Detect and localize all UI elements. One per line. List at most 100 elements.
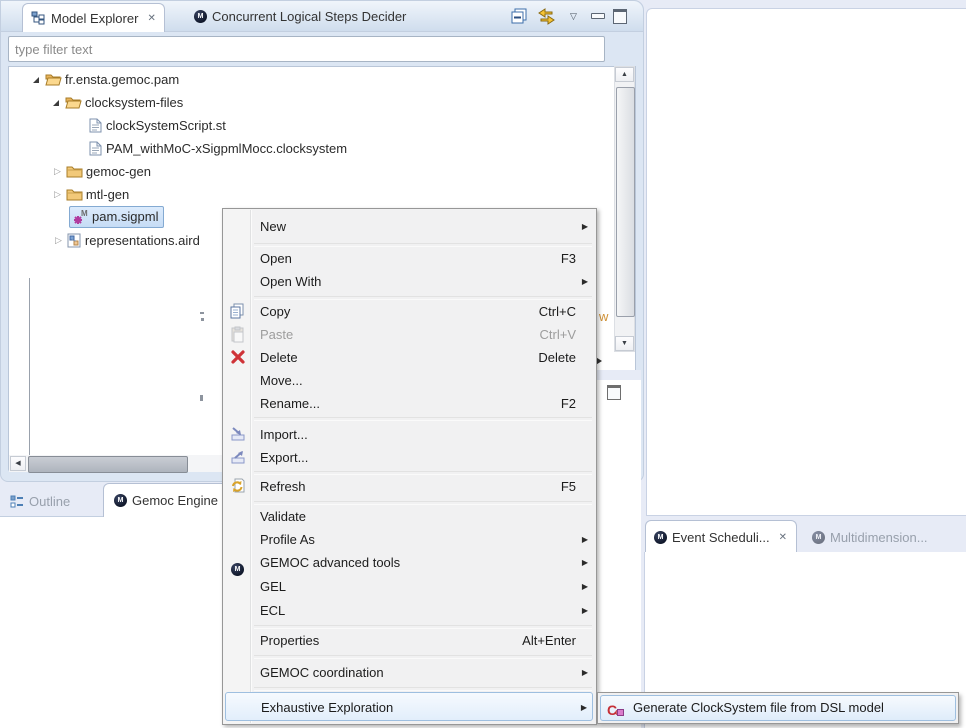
- close-icon[interactable]: ✕: [779, 532, 787, 543]
- tab-event-scheduling[interactable]: M Event Scheduli... ✕: [645, 520, 797, 553]
- menu-item-delete[interactable]: Delete Delete: [225, 346, 593, 369]
- menu-item-validate[interactable]: Validate: [225, 505, 593, 528]
- closed-folder-icon: [66, 187, 82, 203]
- collapsed-arrow-icon[interactable]: ▷: [54, 190, 61, 199]
- tab-label: Gemoc Engine: [132, 493, 218, 508]
- link-with-editor-button[interactable]: [536, 7, 558, 26]
- submenu-arrow-icon: ▶: [582, 270, 588, 293]
- submenu-arrow-icon: ▶: [582, 528, 588, 551]
- menu-separator: [254, 417, 592, 421]
- tree-item-file[interactable]: clockSystemScript.st: [89, 115, 226, 136]
- tree-item-folder[interactable]: ▷ gemoc-gen: [54, 161, 151, 182]
- menu-item-paste: Paste Ctrl+V: [225, 323, 593, 346]
- menu-item-refresh[interactable]: Refresh F5: [225, 475, 593, 498]
- menu-item-label: Open With: [260, 270, 321, 293]
- import-icon: [230, 426, 247, 443]
- menu-item-ecl[interactable]: ECL ▶: [225, 599, 593, 622]
- menu-item-copy[interactable]: Copy Ctrl+C: [225, 300, 593, 323]
- expand-arrow-icon[interactable]: [33, 77, 39, 83]
- link-with-editor-icon: [536, 7, 558, 26]
- menu-item-profile-as[interactable]: Profile As ▶: [225, 528, 593, 551]
- refresh-icon: [230, 478, 247, 495]
- menu-item-gemoc-coordination[interactable]: GEMOC coordination ▶: [225, 661, 593, 684]
- menu-separator: [254, 687, 592, 691]
- tree-item-file[interactable]: PAM_withMoC-xSigpmlMocc.clocksystem: [89, 138, 347, 159]
- tree-item-label: clockSystemScript.st: [106, 118, 226, 133]
- tree-item-aird[interactable]: ▷ representations.aird: [55, 230, 200, 251]
- collapsed-arrow-icon[interactable]: ▷: [55, 236, 62, 245]
- tab-label: Concurrent Logical Steps Decider: [212, 9, 406, 24]
- collapse-all-button[interactable]: [511, 8, 529, 25]
- menu-item-properties[interactable]: Properties Alt+Enter: [225, 629, 593, 652]
- tab-multidimensional[interactable]: M Multidimension...: [806, 522, 934, 552]
- occluded-text-fragment: [200, 395, 203, 401]
- occluded-window-border: [29, 278, 30, 455]
- occluded-panel-area: [597, 380, 641, 728]
- submenu-arrow-icon: ▶: [582, 215, 588, 238]
- tree-item-folder[interactable]: clocksystem-files: [53, 92, 183, 113]
- gemoc-icon: M: [114, 494, 127, 507]
- scroll-left-button[interactable]: ◀: [10, 456, 26, 471]
- copy-icon: [230, 303, 247, 320]
- menu-item-generate-clocksystem[interactable]: Cc Generate ClockSystem file from DSL mo…: [600, 695, 956, 721]
- horizontal-scrollbar-thumb[interactable]: [28, 456, 188, 473]
- open-folder-icon: [45, 72, 61, 88]
- menu-item-open[interactable]: Open F3: [225, 247, 593, 270]
- tree-vertical-scrollbar[interactable]: ▲ ▼: [614, 66, 635, 352]
- menu-item-label: GEMOC advanced tools: [260, 551, 400, 574]
- collapsed-arrow-icon[interactable]: ▷: [54, 167, 61, 176]
- export-icon: [230, 449, 247, 466]
- scroll-up-button[interactable]: ▲: [615, 67, 634, 82]
- tree-item-selected[interactable]: M pam.sigpml: [69, 206, 164, 227]
- menu-item-new[interactable]: New ▶: [225, 215, 593, 238]
- tab-concurrent-logical-steps-decider[interactable]: M Concurrent Logical Steps Decider: [188, 3, 412, 30]
- view-menu-button[interactable]: ▽: [570, 11, 577, 22]
- file-icon: [89, 118, 102, 134]
- svg-text:M: M: [81, 209, 88, 218]
- menu-item-exhaustive-exploration[interactable]: Exhaustive Exploration ▶: [225, 692, 593, 721]
- menu-item-move[interactable]: Move...: [225, 369, 593, 392]
- submenu-arrow-icon: ▶: [582, 661, 588, 684]
- menu-item-gemoc-advanced-tools[interactable]: M GEMOC advanced tools ▶: [225, 551, 593, 574]
- tree-item-label: representations.aird: [85, 233, 200, 248]
- aird-file-icon: [67, 233, 81, 249]
- occluded-maximize-button: [607, 385, 621, 400]
- exhaustive-exploration-submenu: Cc Generate ClockSystem file from DSL mo…: [597, 692, 959, 724]
- submenu-arrow-icon: ▶: [582, 599, 588, 622]
- open-folder-icon: [65, 95, 81, 111]
- tree-item-label: clocksystem-files: [85, 95, 183, 110]
- tree-item-label: fr.ensta.gemoc.pam: [65, 72, 179, 87]
- menu-item-label: Profile As: [260, 528, 315, 551]
- menu-item-label: ECL: [260, 599, 285, 622]
- menu-item-label: Validate: [260, 505, 306, 528]
- menu-item-label: Exhaustive Exploration: [261, 693, 393, 722]
- menu-item-rename[interactable]: Rename... F2: [225, 392, 593, 415]
- scroll-down-button[interactable]: ▼: [615, 336, 634, 351]
- vertical-scrollbar-thumb[interactable]: [616, 87, 635, 317]
- close-icon[interactable]: ✕: [147, 13, 155, 24]
- menu-item-export[interactable]: Export...: [225, 446, 593, 469]
- filter-input[interactable]: [8, 36, 605, 62]
- tree-item-label: mtl-gen: [86, 187, 129, 202]
- menu-item-accelerator: Delete: [538, 346, 576, 369]
- menu-item-label: GEL: [260, 575, 286, 598]
- menu-separator: [254, 655, 592, 659]
- occluded-text-fragment: [201, 318, 204, 321]
- collapse-all-icon: [511, 8, 529, 25]
- menu-item-open-with[interactable]: Open With ▶: [225, 270, 593, 293]
- maximize-button[interactable]: [613, 9, 627, 24]
- tree-item-folder[interactable]: ▷ mtl-gen: [54, 184, 129, 205]
- expand-arrow-icon[interactable]: [53, 100, 59, 106]
- arrow-left-icon: ◀: [15, 460, 20, 467]
- menu-item-label: New: [260, 215, 286, 238]
- menu-item-gel[interactable]: GEL ▶: [225, 575, 593, 598]
- outline-icon: [10, 495, 24, 508]
- minimize-button[interactable]: [591, 13, 605, 19]
- tab-label: Model Explorer: [51, 11, 138, 26]
- tree-item-project[interactable]: fr.ensta.gemoc.pam: [33, 69, 179, 90]
- menu-item-accelerator: Ctrl+V: [540, 323, 576, 346]
- tab-outline[interactable]: Outline: [2, 486, 78, 516]
- menu-item-import[interactable]: Import...: [225, 423, 593, 446]
- tab-model-explorer[interactable]: Model Explorer ✕: [22, 3, 165, 32]
- arrow-up-icon: ▲: [621, 71, 628, 78]
